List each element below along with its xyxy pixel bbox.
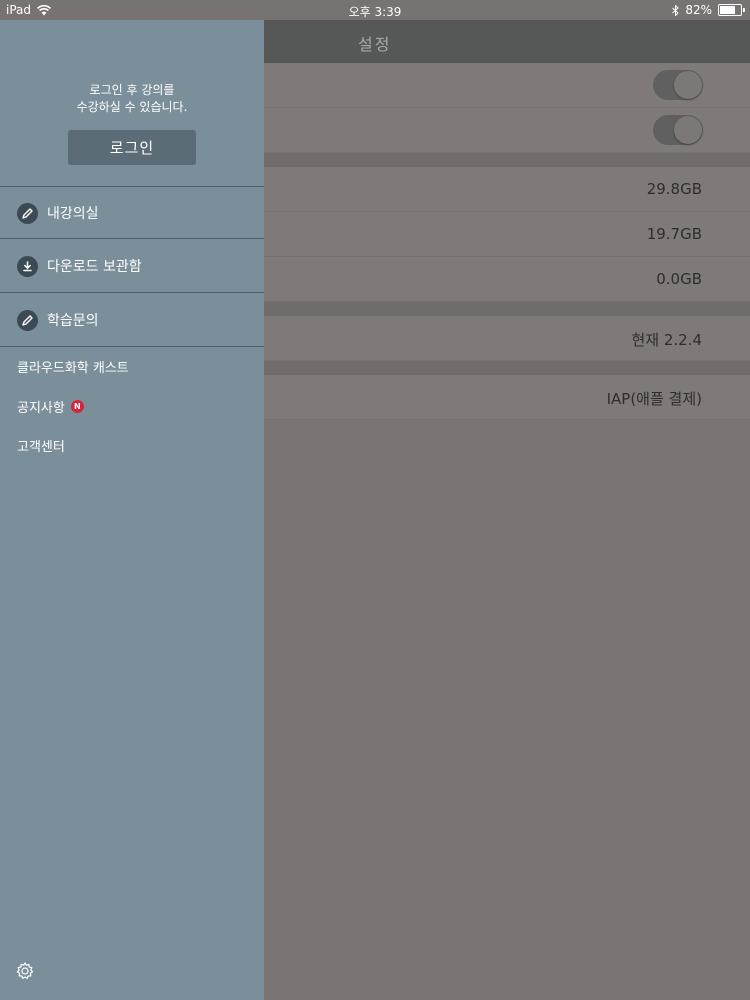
- page-title: 설정: [358, 35, 392, 54]
- toggle-row-1: [264, 63, 750, 108]
- toggle-switch-1[interactable]: [653, 70, 703, 100]
- toggle-knob: [674, 71, 702, 99]
- toggle-knob: [674, 116, 702, 144]
- login-message-line: 로그인 후 강의를: [89, 83, 175, 97]
- sub-item-notice[interactable]: 공지사항 N: [17, 397, 84, 416]
- payment-row[interactable]: IAP(애플 결제): [264, 375, 750, 420]
- status-time: 오후 3:39: [348, 5, 402, 19]
- bluetooth-icon: [672, 4, 680, 16]
- divider: [0, 238, 264, 239]
- login-message: 로그인 후 강의를 수강하실 수 있습니다.: [0, 82, 264, 116]
- version-value: 현재 2.2.4: [631, 331, 702, 349]
- menu-item-my-classroom[interactable]: 내강의실: [0, 187, 264, 239]
- settings-list: 29.8GB 19.7GB 0.0GB 현재 2.2.4 IAP(애플 결제): [264, 63, 750, 420]
- storage-value: 19.7GB: [646, 225, 702, 243]
- sub-item-label: 클라우드화학 캐스트: [17, 361, 129, 376]
- storage-value: 0.0GB: [656, 270, 702, 288]
- version-row: 현재 2.2.4: [264, 316, 750, 361]
- battery-icon: [718, 4, 745, 16]
- battery-percent: 82%: [685, 3, 712, 17]
- login-button[interactable]: 로그인: [68, 130, 196, 165]
- menu-item-label: 내강의실: [47, 206, 99, 222]
- storage-value: 29.8GB: [646, 180, 702, 198]
- download-icon: [17, 255, 38, 277]
- storage-row-3: 0.0GB: [264, 257, 750, 302]
- sub-item-cast[interactable]: 클라우드화학 캐스트: [17, 357, 129, 376]
- section-gap: [264, 361, 750, 375]
- storage-row-2: 19.7GB: [264, 212, 750, 257]
- side-drawer: 로그인 후 강의를 수강하실 수 있습니다. 로그인 내강의실 다운로드 보관함…: [0, 20, 264, 1000]
- pencil-icon: [17, 309, 38, 331]
- sub-item-label: 고객센터: [17, 440, 65, 455]
- settings-panel: 설정 29.8GB 19.7GB 0.0GB 현재 2.2.4 IAP(애플 결…: [264, 20, 750, 1000]
- status-bar: iPad 오후 3:39 82%: [0, 0, 750, 20]
- gear-icon[interactable]: [15, 961, 35, 981]
- divider: [0, 292, 264, 293]
- login-message-line: 수강하실 수 있습니다.: [76, 100, 188, 114]
- menu-item-label: 다운로드 보관함: [47, 259, 142, 275]
- menu-item-downloads[interactable]: 다운로드 보관함: [0, 240, 264, 292]
- pencil-icon: [17, 202, 38, 224]
- new-badge: N: [70, 400, 84, 413]
- toggle-row-2: [264, 108, 750, 153]
- sub-item-support[interactable]: 고객센터: [17, 436, 65, 455]
- divider: [0, 346, 264, 347]
- payment-value: IAP(애플 결제): [606, 390, 702, 408]
- sub-item-label: 공지사항: [17, 401, 65, 416]
- nav-bar: 설정: [264, 20, 750, 63]
- toggle-switch-2[interactable]: [653, 115, 703, 145]
- menu-item-inquiry[interactable]: 학습문의: [0, 294, 264, 346]
- section-gap: [264, 302, 750, 316]
- storage-row-1: 29.8GB: [264, 167, 750, 212]
- menu-item-label: 학습문의: [47, 313, 99, 329]
- section-gap: [264, 153, 750, 167]
